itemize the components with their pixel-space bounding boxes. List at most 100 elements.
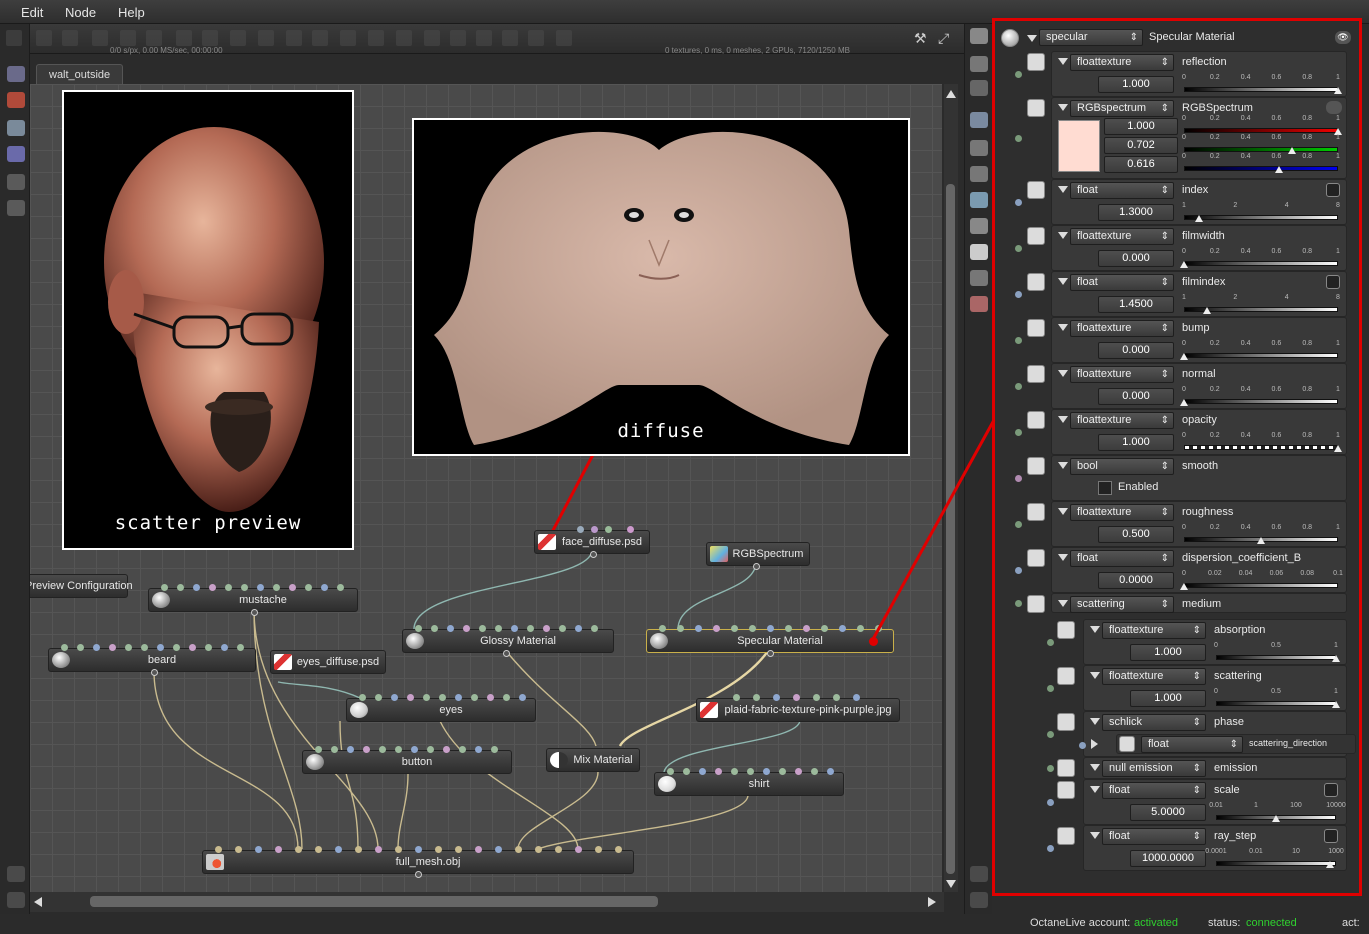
slider-thumb[interactable]	[1257, 537, 1265, 544]
input-pin[interactable]	[1015, 567, 1022, 574]
render-settings-icon[interactable]	[7, 92, 25, 108]
input-pin[interactable]	[715, 768, 722, 775]
collapse-icon[interactable]	[1058, 554, 1068, 561]
input-pin[interactable]	[275, 846, 282, 853]
object-icon[interactable]	[7, 174, 25, 190]
param-value-field[interactable]: 0.0000	[1098, 572, 1174, 589]
collapse-icon[interactable]	[1090, 786, 1100, 793]
collapse-icon[interactable]	[1058, 58, 1068, 65]
input-pin[interactable]	[793, 694, 800, 701]
input-pin[interactable]	[93, 644, 100, 651]
input-pin[interactable]	[1047, 731, 1054, 738]
input-pin[interactable]	[225, 584, 232, 591]
input-pin[interactable]	[1015, 291, 1022, 298]
input-pin[interactable]	[813, 694, 820, 701]
collapse-icon[interactable]	[1058, 508, 1068, 515]
param-value-field[interactable]: 1000.0000	[1130, 850, 1206, 867]
vertical-scroll-thumb[interactable]	[946, 184, 955, 874]
input-pin[interactable]	[487, 694, 494, 701]
curve-icon[interactable]	[1324, 783, 1338, 797]
rgb-g-field[interactable]: 0.702	[1104, 137, 1178, 154]
collapse-icon[interactable]	[1090, 672, 1100, 679]
input-pin[interactable]	[455, 694, 462, 701]
collapse-icon[interactable]	[1058, 462, 1068, 469]
input-pin[interactable]	[331, 746, 338, 753]
color-swatch[interactable]	[1058, 120, 1100, 172]
curve-icon[interactable]	[1326, 275, 1340, 289]
param-value-field[interactable]: 1.4500	[1098, 296, 1174, 313]
input-pin[interactable]	[237, 644, 244, 651]
output-pin[interactable]	[503, 650, 510, 657]
stack-icon[interactable]	[970, 80, 988, 96]
camera-icon[interactable]	[970, 28, 988, 44]
node-eyes-diffuse[interactable]: eyes_diffuse.psd	[270, 650, 386, 674]
input-pin[interactable]	[527, 625, 534, 632]
pick-texture-icon[interactable]	[502, 30, 518, 46]
curve-icon[interactable]	[1326, 183, 1340, 197]
input-pin[interactable]	[839, 625, 846, 632]
input-pin[interactable]	[395, 846, 402, 853]
node-mix-material[interactable]: Mix Material	[546, 748, 640, 772]
input-pin[interactable]	[447, 625, 454, 632]
wrench-icon[interactable]: ⚒	[914, 30, 930, 46]
input-pin[interactable]	[575, 625, 582, 632]
param-slider[interactable]: 1 2 4 8	[1182, 294, 1340, 314]
input-pin[interactable]	[519, 694, 526, 701]
input-pin[interactable]	[767, 625, 774, 632]
tab-walt-outside[interactable]: walt_outside	[36, 64, 124, 84]
slider-thumb[interactable]	[1180, 261, 1188, 268]
input-pin[interactable]	[161, 584, 168, 591]
node-plaid-texture[interactable]: plaid-fabric-texture-pink-purple.jpg	[696, 694, 900, 722]
collapse-icon[interactable]	[1058, 600, 1068, 607]
node-mustache[interactable]: mustache	[148, 584, 358, 616]
input-pin[interactable]	[141, 644, 148, 651]
collapse-icon[interactable]	[1090, 626, 1100, 633]
pick-material-icon[interactable]	[450, 30, 466, 46]
input-pin[interactable]	[407, 694, 414, 701]
input-pin[interactable]	[1015, 245, 1022, 252]
slider-thumb[interactable]	[1334, 87, 1342, 94]
param-slider[interactable]: 1 2 4 8	[1182, 202, 1340, 222]
input-pin[interactable]	[215, 846, 222, 853]
input-pin[interactable]	[821, 625, 828, 632]
collapse-icon[interactable]	[1058, 324, 1068, 331]
pick-object-icon[interactable]	[476, 30, 492, 46]
input-pin[interactable]	[575, 846, 582, 853]
input-pin[interactable]	[1015, 600, 1022, 607]
param-slider[interactable]: 0 0.2 0.4 0.6 0.8 1	[1182, 74, 1342, 94]
node-button[interactable]: button	[302, 746, 512, 774]
input-pin[interactable]	[1047, 765, 1054, 772]
input-pin[interactable]	[241, 584, 248, 591]
input-pin[interactable]	[853, 694, 860, 701]
param-value-field[interactable]: 0.500	[1098, 526, 1174, 543]
expand-icon[interactable]	[1091, 739, 1098, 749]
output-pin[interactable]	[590, 551, 597, 558]
slider-thumb[interactable]	[1180, 353, 1188, 360]
input-pin[interactable]	[795, 768, 802, 775]
input-pin[interactable]	[359, 694, 366, 701]
input-pin[interactable]	[591, 625, 598, 632]
param-slider[interactable]: 0 0.2 0.4 0.6 0.8 1	[1182, 524, 1340, 544]
input-pin[interactable]	[77, 644, 84, 651]
eye-icon[interactable]	[1326, 101, 1342, 114]
environment-icon[interactable]	[970, 192, 988, 208]
region-icon[interactable]	[340, 30, 356, 46]
param-value-field[interactable]: 5.0000	[1130, 804, 1206, 821]
input-pin[interactable]	[411, 746, 418, 753]
input-pin[interactable]	[1015, 383, 1022, 390]
input-pin[interactable]	[811, 768, 818, 775]
input-pin[interactable]	[479, 625, 486, 632]
input-pin[interactable]	[315, 746, 322, 753]
input-pin[interactable]	[535, 846, 542, 853]
param-type-select[interactable]: null emission	[1102, 760, 1206, 777]
param-type-select[interactable]: floattexture	[1070, 504, 1174, 521]
slider-thumb[interactable]	[1180, 399, 1188, 406]
scroll-left-icon[interactable]	[34, 897, 42, 907]
input-pin[interactable]	[713, 625, 720, 632]
input-pin[interactable]	[347, 746, 354, 753]
param-slider[interactable]: 0 0.2 0.4 0.6 0.8 1	[1180, 386, 1340, 406]
input-pin[interactable]	[295, 846, 302, 853]
expand-icon[interactable]	[970, 892, 988, 908]
input-pin[interactable]	[423, 694, 430, 701]
sub-type-select[interactable]: float	[1141, 736, 1243, 753]
